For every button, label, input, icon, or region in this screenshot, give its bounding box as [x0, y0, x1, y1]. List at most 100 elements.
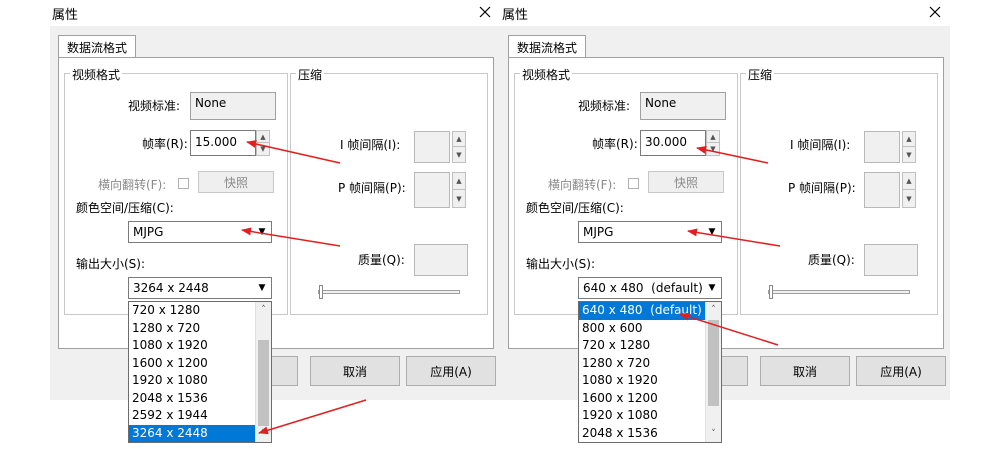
list-item[interactable]: 2048 x 1536 [129, 390, 255, 408]
properties-dialog-right: 属性 数据流格式 视频格式 视频标准: None 帧率(R): 30.000 ▲… [500, 0, 950, 400]
list-item[interactable]: 1080 x 1920 [579, 372, 705, 390]
properties-dialog-left: 属性 数据流格式 视频格式 视频标准: None 帧率(R): 15.000 ▲… [50, 0, 500, 400]
snapshot-button[interactable]: 快照 [198, 171, 274, 193]
color-space-select[interactable]: MJPG ▼ [128, 221, 272, 243]
snapshot-button-label: 快照 [673, 175, 698, 190]
cancel-button-label: 取消 [792, 364, 817, 379]
list-item[interactable]: 800 x 600 [579, 320, 705, 338]
dropdown-scrollbar[interactable]: ˄ ˅ [705, 302, 721, 442]
horizontal-flip-checkbox[interactable] [628, 178, 639, 189]
i-frame-interval-spinner[interactable]: ▲ ▼ [902, 131, 916, 163]
p-frame-interval-spinner[interactable]: ▲ ▼ [452, 172, 466, 208]
snapshot-button[interactable]: 快照 [648, 171, 724, 193]
snapshot-button-label: 快照 [223, 175, 248, 190]
p-frame-interval-label: P 帧间隔(P): [338, 181, 406, 195]
color-space-select[interactable]: MJPG ▼ [578, 221, 722, 243]
list-item[interactable]: 1280 x 720 [129, 320, 255, 338]
output-size-dropdown-left[interactable]: 720 x 1280 1280 x 720 1080 x 1920 1600 x… [128, 301, 272, 443]
tab-label: 数据流格式 [516, 40, 577, 55]
quality-slider-track[interactable] [768, 290, 910, 294]
list-item[interactable]: 720 x 1280 [129, 302, 255, 320]
frame-rate-value: 30.000 [645, 135, 687, 149]
apply-button-label: 应用(A) [880, 364, 922, 379]
list-item[interactable]: 720 x 1280 [579, 337, 705, 355]
chevron-down-icon: ▼ [708, 283, 716, 293]
i-frame-interval-input[interactable] [414, 131, 450, 163]
list-item[interactable]: 2592 x 1944 [129, 407, 255, 425]
apply-button[interactable]: 应用(A) [856, 356, 946, 386]
p-frame-interval-spinner[interactable]: ▲ ▼ [902, 172, 916, 208]
quality-slider-thumb[interactable] [319, 285, 323, 299]
quality-slider-thumb[interactable] [769, 285, 773, 299]
list-item[interactable]: 1920 x 1080 [579, 407, 705, 425]
p-frame-interval-input[interactable] [864, 172, 900, 208]
color-space-value: MJPG [583, 225, 614, 239]
frame-rate-input[interactable]: 30.000 [640, 130, 706, 156]
spin-down-icon[interactable]: ▼ [903, 147, 915, 162]
frame-rate-label: 帧率(R): [592, 137, 638, 151]
video-standard-field: None [190, 92, 276, 120]
list-item[interactable]: 1600 x 1200 [579, 390, 705, 408]
dialog-title: 属性 [502, 8, 529, 23]
video-standard-value: None [195, 96, 227, 110]
i-frame-interval-input[interactable] [864, 131, 900, 163]
spin-up-icon[interactable]: ▲ [453, 173, 465, 190]
quality-field[interactable] [864, 244, 918, 276]
list-item[interactable]: 2048 x 1536 [579, 425, 705, 443]
quality-slider-track[interactable] [318, 290, 460, 294]
output-size-select[interactable]: 3264 x 2448 ▼ [128, 277, 272, 299]
output-size-label: 输出大小(S): [76, 257, 146, 271]
i-frame-interval-spinner[interactable]: ▲ ▼ [452, 131, 466, 163]
frame-rate-spinner[interactable]: ▲ ▼ [256, 130, 270, 156]
spin-down-icon[interactable]: ▼ [707, 143, 719, 155]
scrollbar-thumb[interactable] [258, 340, 269, 426]
p-frame-interval-input[interactable] [414, 172, 450, 208]
output-size-dropdown-right[interactable]: 640 x 480 (default) 800 x 600 720 x 1280… [578, 301, 722, 443]
spin-down-icon[interactable]: ▼ [453, 190, 465, 207]
scroll-down-icon[interactable]: ˅ [706, 426, 721, 442]
list-item-selected[interactable]: 640 x 480 (default) [579, 302, 705, 320]
apply-button[interactable]: 应用(A) [406, 356, 496, 386]
close-icon[interactable] [472, 0, 498, 24]
video-standard-label: 视频标准: [578, 99, 631, 113]
quality-label: 质量(Q): [808, 253, 855, 267]
frame-rate-label: 帧率(R): [142, 137, 188, 151]
spin-down-icon[interactable]: ▼ [257, 143, 269, 155]
tab-data-stream-format[interactable]: 数据流格式 [58, 35, 136, 58]
compression-group-title: 压缩 [296, 66, 325, 83]
spin-up-icon[interactable]: ▲ [903, 173, 915, 190]
spin-up-icon[interactable]: ▲ [453, 132, 465, 147]
horizontal-flip-checkbox[interactable] [178, 178, 189, 189]
spin-down-icon[interactable]: ▼ [903, 190, 915, 207]
list-item[interactable]: 1920 x 1080 [129, 372, 255, 390]
frame-rate-input[interactable]: 15.000 [190, 130, 256, 156]
quality-label: 质量(Q): [358, 253, 405, 267]
cancel-button[interactable]: 取消 [310, 356, 400, 386]
color-space-label: 颜色空间/压缩(C): [526, 201, 624, 215]
list-item[interactable]: 1080 x 1920 [129, 337, 255, 355]
arrow-to-selected-left [258, 399, 367, 435]
spin-up-icon[interactable]: ▲ [903, 132, 915, 147]
list-item-selected[interactable]: 3264 x 2448 [129, 424, 255, 442]
cancel-button[interactable]: 取消 [760, 356, 850, 386]
spin-up-icon[interactable]: ▲ [707, 131, 719, 143]
scrollbar-thumb[interactable] [708, 320, 719, 406]
list-item[interactable]: 1600 x 1200 [129, 355, 255, 373]
video-format-group-title: 视频格式 [70, 66, 123, 83]
close-icon[interactable] [922, 0, 948, 24]
scroll-up-icon[interactable]: ˄ [256, 302, 271, 318]
list-item[interactable]: 1280 x 720 [579, 355, 705, 373]
spin-down-icon[interactable]: ▼ [453, 147, 465, 162]
scroll-up-icon[interactable]: ˄ [706, 302, 721, 318]
dropdown-scrollbar[interactable]: ˄ ˅ [255, 302, 271, 442]
output-size-select[interactable]: 640 x 480 (default) ▼ [578, 277, 722, 299]
frame-rate-spinner[interactable]: ▲ ▼ [706, 130, 720, 156]
output-size-label: 输出大小(S): [526, 257, 596, 271]
scroll-down-icon[interactable]: ˅ [256, 426, 271, 442]
video-format-group-title: 视频格式 [520, 66, 573, 83]
quality-field[interactable] [414, 244, 468, 276]
apply-button-label: 应用(A) [430, 364, 472, 379]
spin-up-icon[interactable]: ▲ [257, 131, 269, 143]
tab-data-stream-format[interactable]: 数据流格式 [508, 35, 586, 58]
chevron-down-icon: ▼ [708, 227, 716, 237]
